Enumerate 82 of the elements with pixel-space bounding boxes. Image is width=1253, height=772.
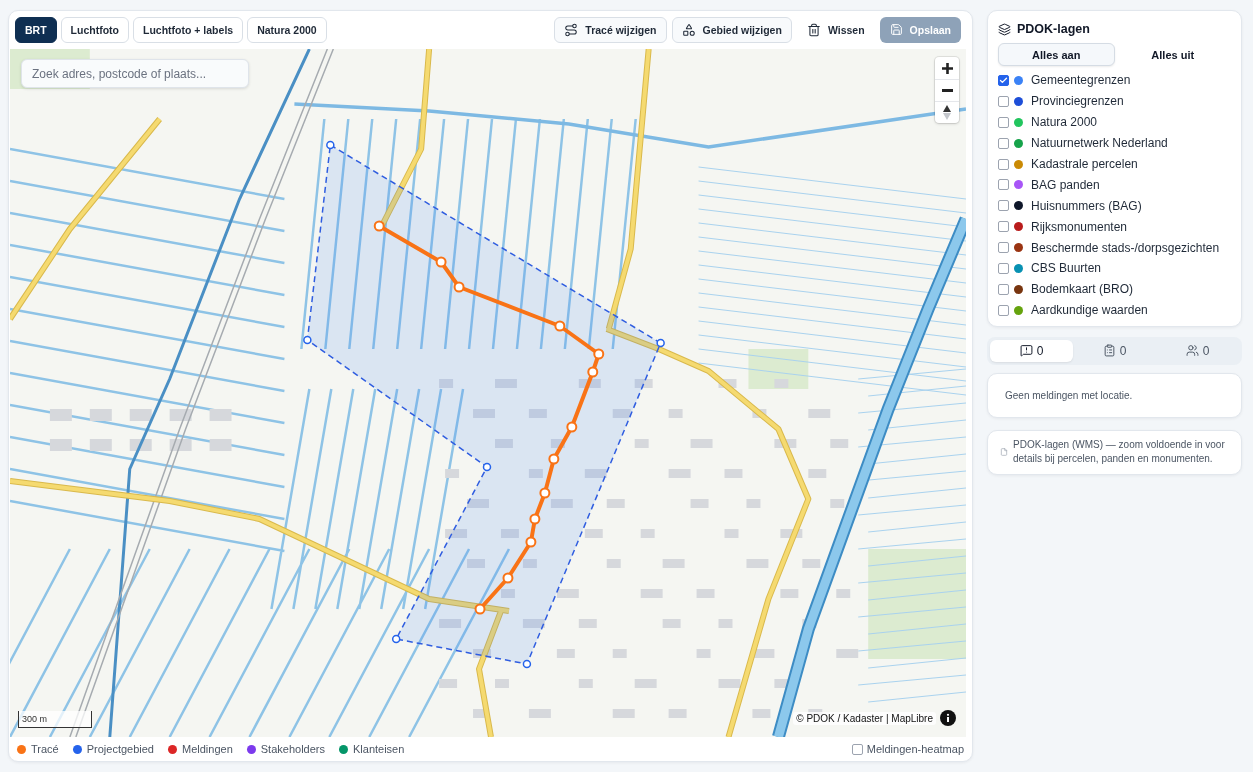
toggle-all-button[interactable]: Alles uit xyxy=(1114,43,1231,66)
info-icon xyxy=(940,710,956,726)
shapes-icon xyxy=(681,22,696,37)
basemap-tab[interactable]: Luchtfoto + labels xyxy=(133,16,244,43)
info-button[interactable] xyxy=(940,710,956,726)
route-vertex-handle[interactable] xyxy=(566,421,578,433)
layer-checkbox[interactable] xyxy=(998,262,1009,274)
basemap-tab[interactable]: Luchtfoto xyxy=(60,16,129,43)
layer-label: Kadastrale percelen xyxy=(1031,157,1138,171)
layer-checkbox[interactable] xyxy=(998,242,1009,254)
layer-label: Gemeentegrenzen xyxy=(1031,73,1131,88)
heatmap-label: Meldingen-heatmap xyxy=(866,743,964,755)
layer-checkbox[interactable] xyxy=(998,74,1009,86)
area-vertex-handle[interactable] xyxy=(656,338,665,348)
file-icon xyxy=(1000,448,1008,457)
route-vertex-handle[interactable] xyxy=(539,487,551,499)
route-vertex-handle[interactable] xyxy=(554,320,566,332)
legend-label: Tracé xyxy=(31,743,59,755)
layer-label: Huisnummers (BAG) xyxy=(1031,198,1142,213)
search-field[interactable]: Zoek adres, postcode of plaats... xyxy=(21,59,249,88)
layer-checkbox[interactable] xyxy=(998,200,1009,212)
trash-icon xyxy=(806,22,821,37)
area-vertex-handle[interactable] xyxy=(522,659,532,669)
layer-checkbox[interactable] xyxy=(998,283,1009,295)
layer-label: Aardkundige waarden xyxy=(1031,303,1148,318)
layer-checkbox[interactable] xyxy=(998,158,1009,170)
legend-label: Projectgebied xyxy=(86,743,154,755)
layer-checkbox[interactable] xyxy=(998,221,1009,233)
edit-route-button[interactable]: Tracé wijzigen xyxy=(554,16,667,43)
route-vertex-handle[interactable] xyxy=(593,348,605,360)
save-icon xyxy=(889,23,903,36)
layer-label: Bodemkaart (BRO) xyxy=(1031,282,1134,297)
count-tab[interactable]: 0 xyxy=(1073,339,1156,362)
count-tab[interactable]: 0 xyxy=(1156,339,1239,362)
route-vertex-handle[interactable] xyxy=(435,256,447,268)
message-icon xyxy=(1019,344,1033,358)
route-vertex-handle[interactable] xyxy=(453,281,465,293)
layers-icon xyxy=(998,22,1011,36)
area-vertex-handle[interactable] xyxy=(303,335,312,345)
minus-icon xyxy=(941,89,953,92)
area-vertex-handle[interactable] xyxy=(391,634,401,644)
heatmap-checkbox[interactable] xyxy=(851,743,863,755)
legend-label: Stakeholders xyxy=(260,743,325,755)
layer-label: Beschermde stads-/dorpsgezichten xyxy=(1031,240,1220,255)
route-icon xyxy=(564,22,579,37)
layer-checkbox[interactable] xyxy=(998,116,1009,128)
edit-area-button[interactable]: Gebied wijzigen xyxy=(671,16,792,43)
layer-label: CBS Buurten xyxy=(1031,261,1102,276)
layer-label: BAG panden xyxy=(1031,177,1100,192)
legend-label: Meldingen xyxy=(182,743,233,755)
basemap-tab[interactable]: BRT xyxy=(15,16,57,43)
legend-label: Klanteisen xyxy=(353,743,405,755)
route-vertex-handle[interactable] xyxy=(529,513,541,525)
panel-title: PDOK-lagen xyxy=(1017,22,1090,36)
layer-label: Natura 2000 xyxy=(1031,115,1098,130)
layer-checkbox[interactable] xyxy=(998,137,1009,149)
route-vertex-handle[interactable] xyxy=(373,220,385,232)
plus-icon xyxy=(941,62,953,74)
compass-icon xyxy=(943,105,951,120)
users-icon xyxy=(1185,344,1199,358)
route-vertex-handle[interactable] xyxy=(587,366,599,378)
layer-label: Natuurnetwerk Nederland xyxy=(1031,136,1168,151)
route-vertex-handle[interactable] xyxy=(548,453,560,465)
layer-label: Provinciegrenzen xyxy=(1031,94,1124,109)
info-text: PDOK-lagen (WMS) — zoom voldoende in voor details bij percelen, panden en monumenten. xyxy=(1013,438,1226,467)
area-vertex-handle[interactable] xyxy=(326,140,335,150)
basemap-tab[interactable]: Natura 2000 xyxy=(247,16,327,43)
route-vertex-handle[interactable] xyxy=(525,536,537,548)
scale-bar: 300 m xyxy=(18,711,92,728)
clear-button[interactable]: Wissen xyxy=(796,16,875,43)
empty-message: Geen meldingen met locatie. xyxy=(1005,389,1133,401)
layer-label: Rijksmonumenten xyxy=(1031,219,1128,234)
route-vertex-handle[interactable] xyxy=(474,603,486,615)
layer-checkbox[interactable] xyxy=(998,179,1009,191)
clipboard-icon xyxy=(1102,344,1116,358)
count-tab[interactable]: 0 xyxy=(990,339,1073,362)
area-vertex-handle[interactable] xyxy=(482,462,492,472)
map-attribution: © PDOK / Kadaster | MapLibre xyxy=(793,712,936,725)
layer-checkbox[interactable] xyxy=(998,304,1009,316)
layer-checkbox[interactable] xyxy=(998,95,1009,107)
route-vertex-handle[interactable] xyxy=(502,572,514,584)
toggle-all-button[interactable]: Alles aan xyxy=(998,43,1115,66)
